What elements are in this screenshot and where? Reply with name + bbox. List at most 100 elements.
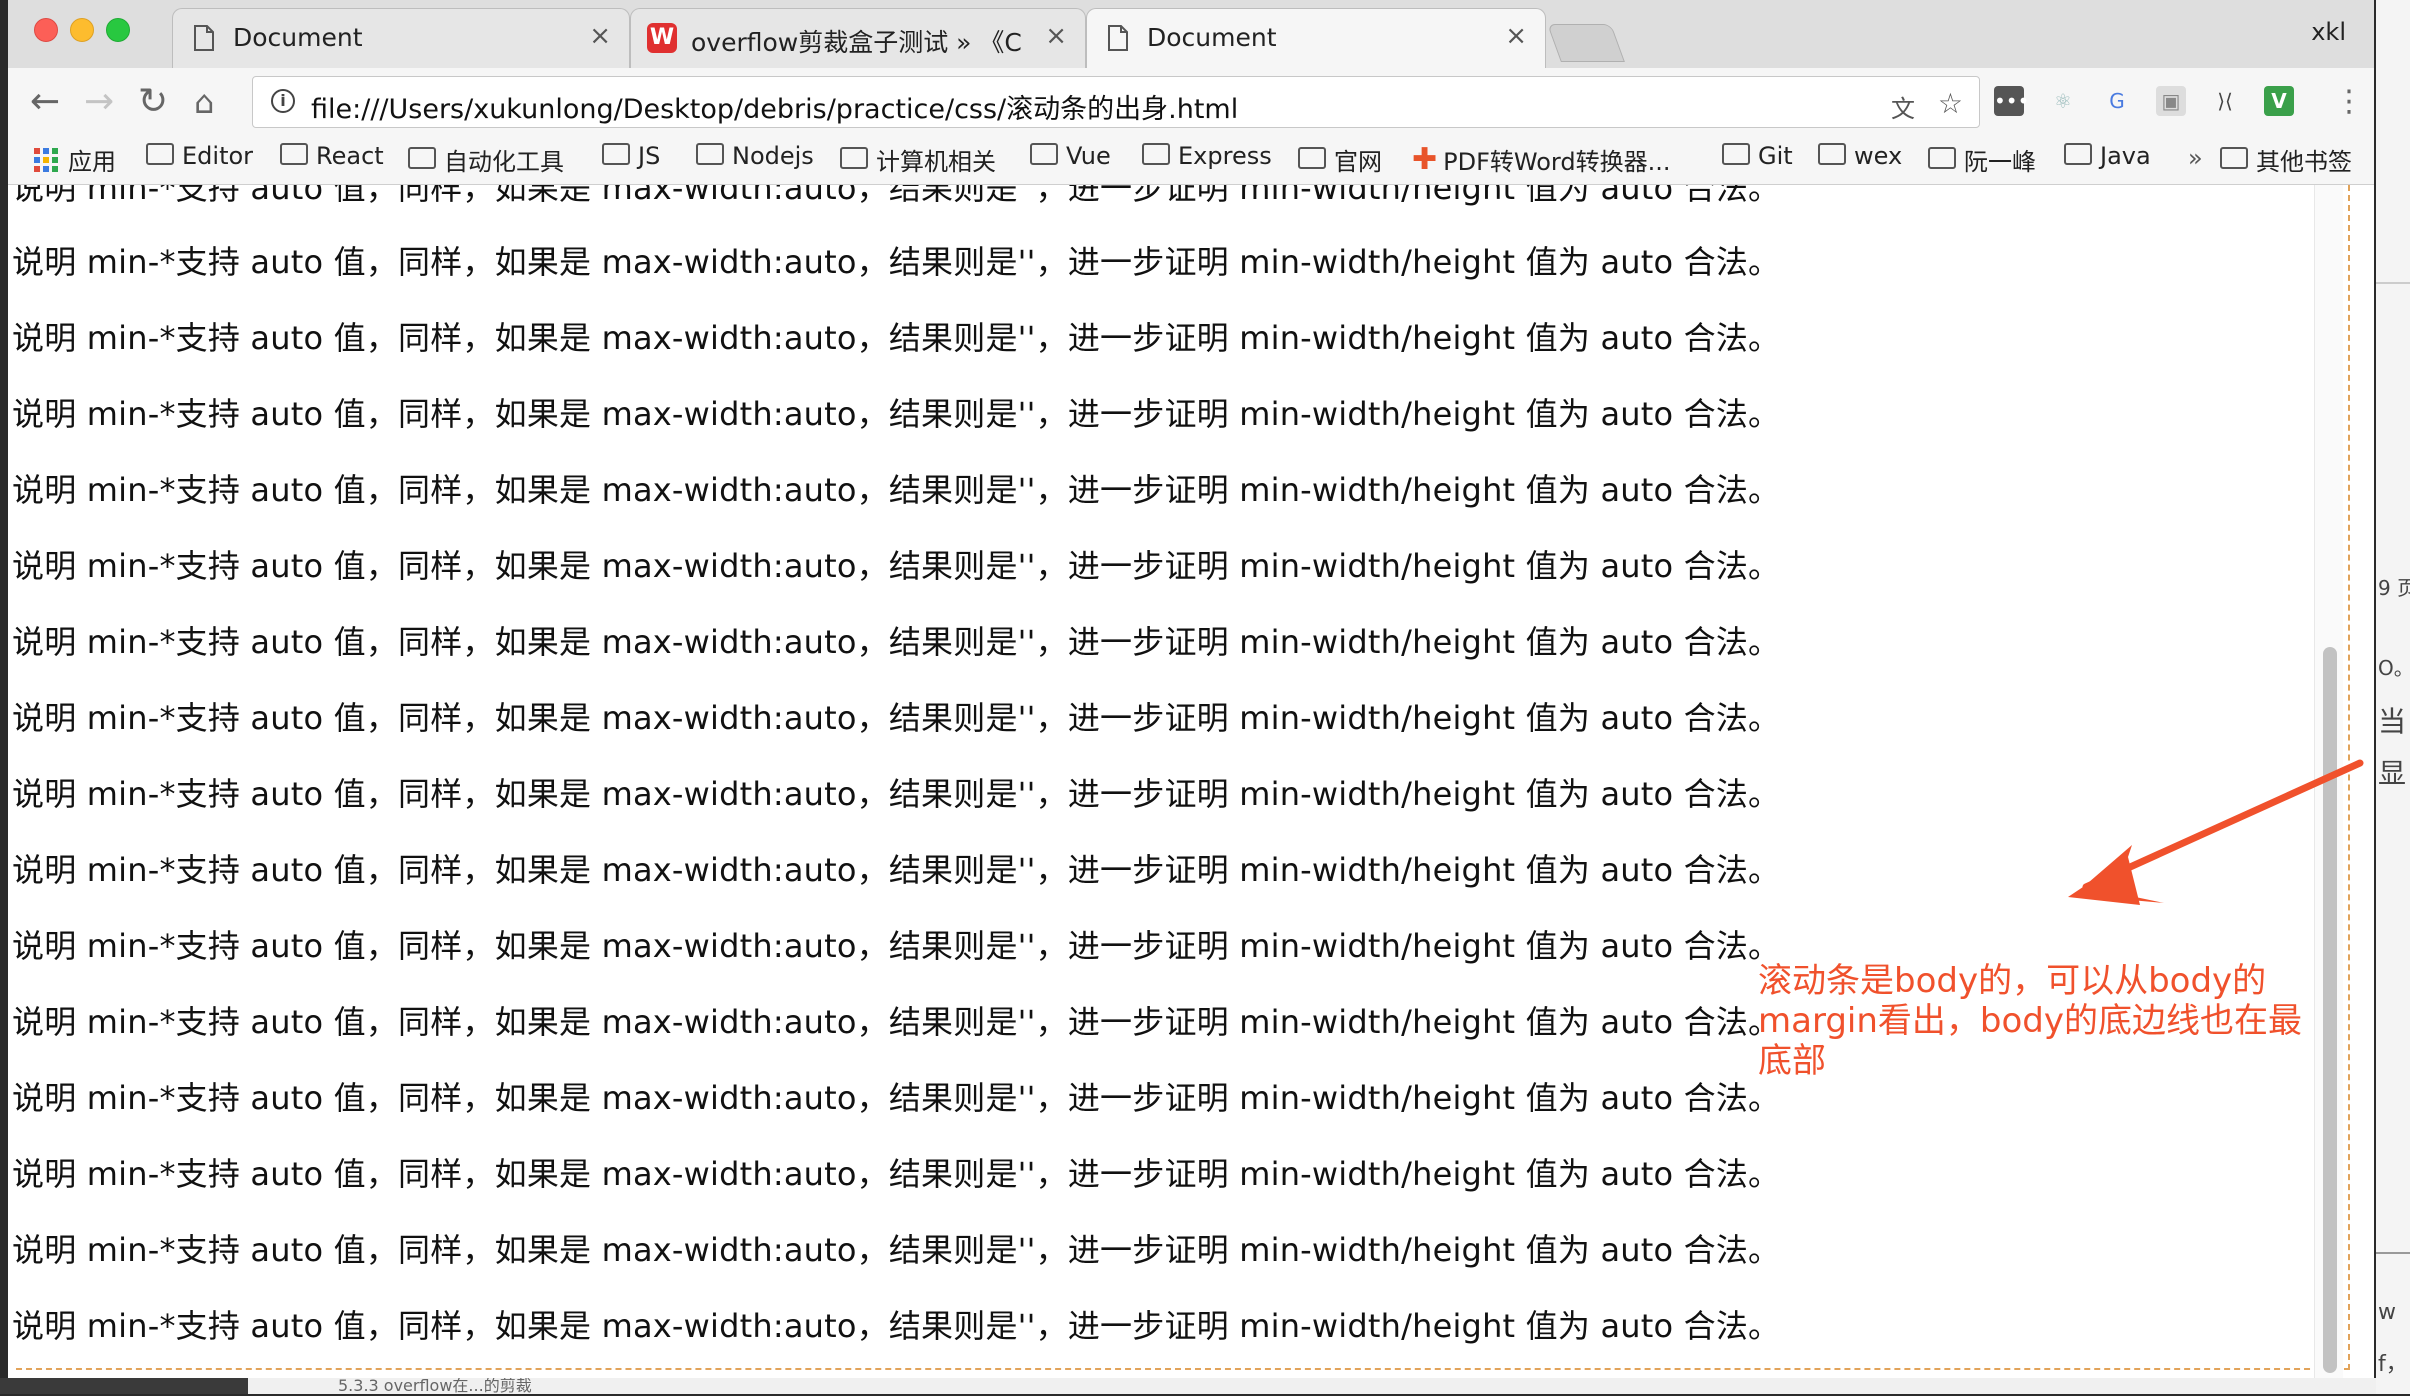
bookmark-wex[interactable]: wex [1818,142,1902,178]
extension-icon[interactable]: ▣ [2156,86,2186,116]
page-icon [1108,25,1128,51]
close-icon[interactable]: × [1045,21,1067,51]
tab-document-1[interactable]: Document × [172,8,630,68]
background-strip: 5.3.3 overflow在...的剪裁 [248,1376,2376,1395]
bookmark-vue[interactable]: Vue [1030,142,1111,178]
divider [2376,282,2410,284]
home-icon[interactable]: ⌂ [194,82,214,122]
bookmark-label: PDF转Word转换器... [1443,148,1671,176]
page-icon [194,25,214,51]
bookmark-label: Editor [182,142,254,170]
folder-icon [146,143,174,165]
bookmark-label: Java [2100,142,2151,170]
folder-icon [1818,143,1846,165]
window-maximize-button[interactable] [106,18,130,42]
bookmarks-bar: 应用 Editor React 自动化工具 JS Nodejs 计算机相关 Vu… [8,136,2374,185]
bookmark-label: 其他书签 [2256,148,2352,176]
paragraph: 说明 min-*支持 auto 值，同样，如果是 max-width:auto，… [12,775,1781,813]
paragraph: 说明 min-*支持 auto 值，同样，如果是 max-width:auto，… [12,1307,1781,1345]
folder-icon [1928,146,1956,169]
folder-icon [280,143,308,165]
bookmark-label: Vue [1066,142,1111,170]
window-close-button[interactable] [34,18,58,42]
bookmark-label: 自动化工具 [444,148,564,176]
tab-title: Document [233,23,363,52]
bookmark-java[interactable]: Java [2064,142,2151,178]
pdf-plus-icon: ✚ [1412,142,1438,177]
extension-dots-icon[interactable]: ••• [1994,86,2029,116]
json-viewer-icon[interactable]: ⟩⟨ [2210,86,2240,116]
background-app-edge: 9 页 O。 当 显 w f， [2376,0,2410,1394]
close-icon[interactable]: × [1505,21,1527,51]
folder-icon [2220,146,2248,169]
paragraph: 说明 min-*支持 auto 值，同样，如果是 max-width:auto，… [12,1079,1781,1117]
tab-title: overflow剪裁盒子测试 » 《CSS [691,28,1021,57]
translate-icon[interactable]: 文 [1891,89,1915,124]
menu-icon[interactable]: ⋮ [2334,82,2364,122]
paragraph: 说明 min-*支持 auto 值，同样，如果是 max-width:auto，… [12,243,1781,281]
google-translate-icon[interactable]: G [2102,86,2132,116]
url-text[interactable]: file:///Users/xukunlong/Desktop/debris/p… [311,87,1238,126]
bookmark-label: 应用 [68,148,116,176]
window-minimize-button[interactable] [70,18,94,42]
paragraph: 说明 min-*支持 auto 值，同样，如果是 max-width:auto，… [12,1003,1781,1041]
vimium-icon[interactable]: V [2264,86,2294,116]
bookmarks-overflow-chevron-icon[interactable]: » [2188,144,2203,172]
background-fragment: 显 [2378,757,2407,790]
page-viewport[interactable]: 说明 min-*支持 auto 值，同样，如果是 max-width:auto，… [8,185,2374,1378]
forward-arrow-icon[interactable]: → [84,82,114,122]
paragraph: 说明 min-*支持 auto 值，同样，如果是 max-width:auto，… [12,1155,1781,1193]
bookmark-apps[interactable]: 应用 [34,142,116,178]
reload-icon[interactable]: ↻ [138,82,168,122]
tab-document-active[interactable]: Document × [1086,8,1546,68]
info-icon[interactable]: i [271,89,295,113]
background-app-bottom: 5.3.3 overflow在...的剪裁 [0,1376,2376,1395]
folder-icon [1030,143,1058,165]
paragraph: 说明 min-*支持 auto 值，同样，如果是 max-width:auto，… [12,395,1781,433]
paragraph-partial: 说明 min-*支持 auto 值，同样，如果是 max-width:auto，… [12,185,1781,207]
tab-overflow-test[interactable]: W overflow剪裁盒子测试 » 《CSS × [630,8,1086,68]
bookmark-label: wex [1854,142,1903,170]
background-fragment: 9 页 [2378,576,2410,600]
paragraph: 说明 min-*支持 auto 值，同样，如果是 max-width:auto，… [12,547,1781,585]
bookmark-computer[interactable]: 计算机相关 [840,142,996,178]
bookmark-ruanyifeng[interactable]: 阮一峰 [1928,142,2036,178]
bookmark-editor[interactable]: Editor [146,142,253,178]
star-icon[interactable]: ☆ [1938,87,1963,120]
apps-grid-icon [34,147,58,172]
new-tab-button[interactable] [1547,24,1625,62]
background-fragment: O。 [2378,656,2410,680]
toolbar: ← → ↻ ⌂ i file:///Users/xukunlong/Deskto… [8,68,2374,136]
bookmark-express[interactable]: Express [1142,142,1272,178]
bookmark-label: Express [1178,142,1272,170]
bookmark-label: 官网 [1334,148,1382,176]
folder-icon [408,146,436,169]
address-bar[interactable]: i file:///Users/xukunlong/Desktop/debris… [252,76,1980,128]
bookmark-label: Git [1758,142,1793,170]
bookmark-js[interactable]: JS [602,142,660,178]
bookmark-git[interactable]: Git [1722,142,1793,178]
close-icon[interactable]: × [589,21,611,51]
divider [2376,1252,2410,1254]
bookmark-official[interactable]: 官网 [1298,142,1382,178]
annotation-arrow-icon [2068,759,2364,905]
profile-name[interactable]: xkl [2311,18,2346,46]
browser-window: Document × W overflow剪裁盒子测试 » 《CSS × Doc… [8,0,2374,1378]
bookmark-label: 阮一峰 [1964,148,2036,176]
tab-strip: Document × W overflow剪裁盒子测试 » 《CSS × Doc… [8,0,2374,68]
back-arrow-icon[interactable]: ← [30,82,60,122]
bookmark-pdf-converter[interactable]: ✚ PDF转Word转换器... [1412,142,1670,178]
bookmark-automation[interactable]: 自动化工具 [408,142,564,178]
bookmark-nodejs[interactable]: Nodejs [696,142,814,178]
folder-icon [1722,143,1750,165]
background-fragment: w [2378,1300,2396,1325]
folder-icon [1142,143,1170,165]
react-devtools-icon[interactable]: ⚛ [2048,86,2078,116]
paragraph: 说明 min-*支持 auto 值，同样，如果是 max-width:auto，… [12,1231,1781,1269]
paragraph: 说明 min-*支持 auto 值，同样，如果是 max-width:auto，… [12,851,1781,889]
paragraph: 说明 min-*支持 auto 值，同样，如果是 max-width:auto，… [12,699,1781,737]
bookmark-react[interactable]: React [280,142,384,178]
bookmark-other[interactable]: 其他书签 [2220,142,2352,178]
folder-icon [602,143,630,165]
bookmark-label: JS [638,142,661,170]
